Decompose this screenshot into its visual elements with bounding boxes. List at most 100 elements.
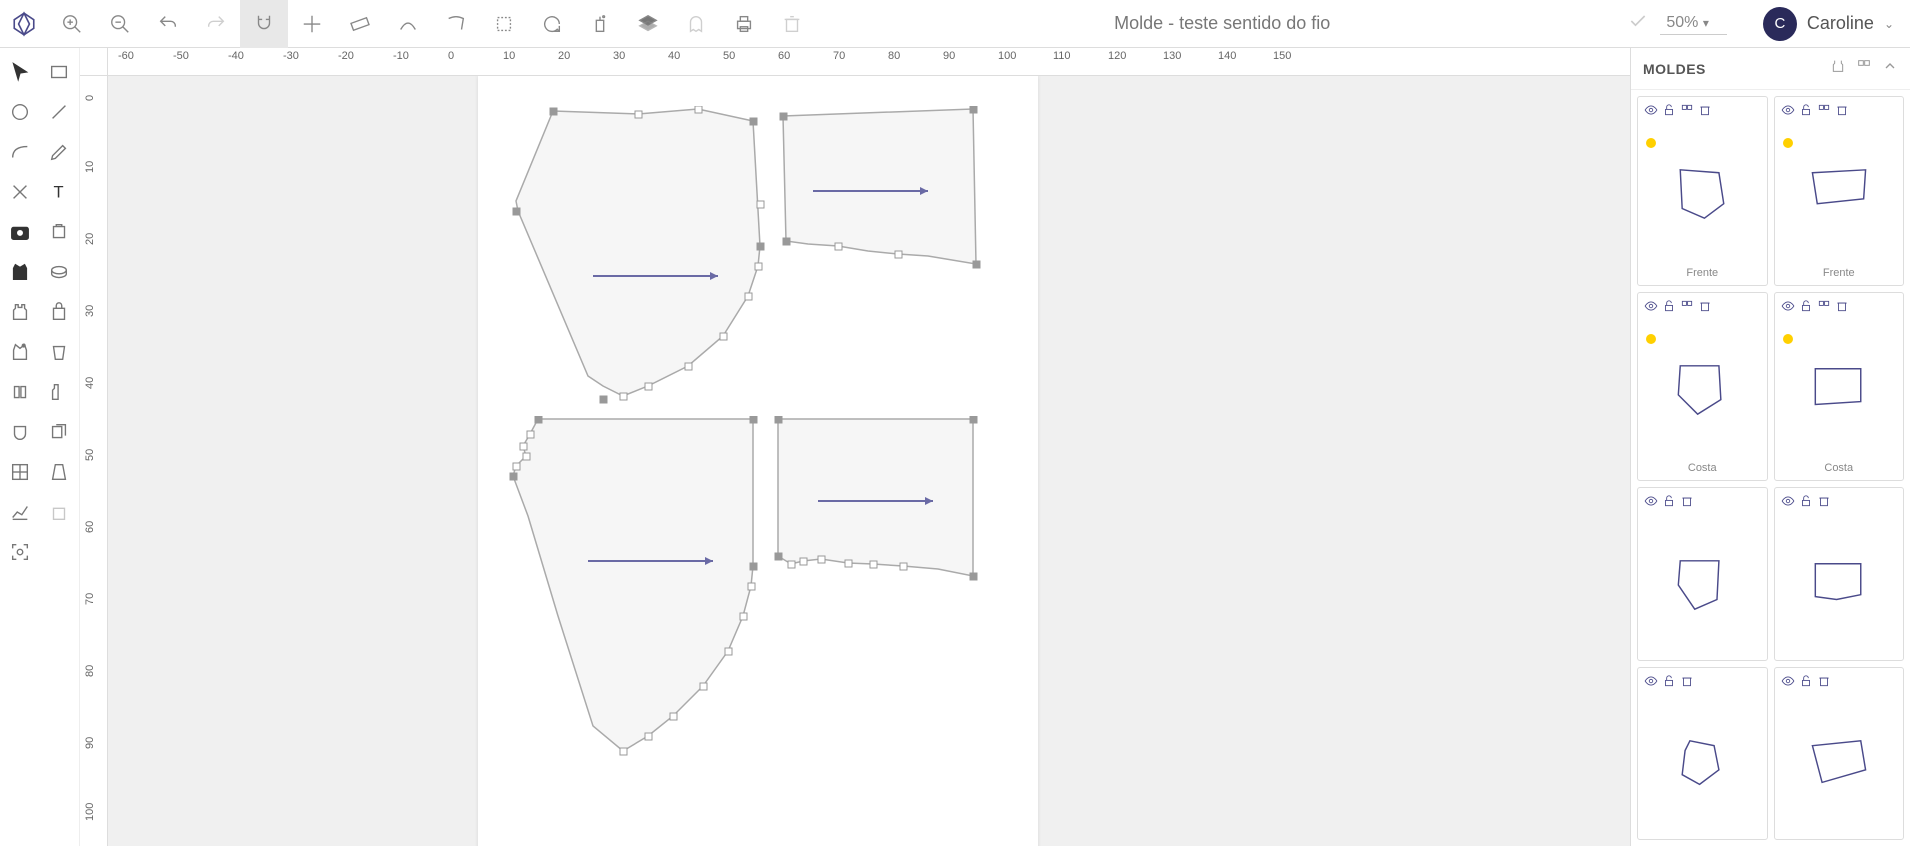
piece-card[interactable] bbox=[1637, 667, 1768, 841]
lock-icon[interactable] bbox=[1799, 103, 1813, 122]
skirt-tool[interactable] bbox=[40, 452, 80, 492]
mirror-tool[interactable] bbox=[0, 372, 40, 412]
print-icon[interactable] bbox=[720, 0, 768, 48]
piece-card[interactable]: Frente bbox=[1637, 96, 1768, 286]
piece-thumbnail bbox=[1804, 165, 1874, 223]
piece-tool[interactable] bbox=[40, 212, 80, 252]
tape-tool[interactable] bbox=[40, 252, 80, 292]
bodice-tool[interactable] bbox=[0, 252, 40, 292]
line-tool[interactable] bbox=[40, 92, 80, 132]
undo-icon[interactable] bbox=[144, 0, 192, 48]
shopping-tool[interactable] bbox=[40, 492, 80, 532]
pattern-piece-back-2[interactable] bbox=[773, 416, 988, 596]
panel-shirt-icon[interactable] bbox=[1830, 58, 1846, 79]
piece-card[interactable] bbox=[1774, 667, 1905, 841]
ruler-vertical: 0102030405060708090100 bbox=[80, 76, 108, 846]
redo-icon[interactable] bbox=[192, 0, 240, 48]
copy-icon[interactable] bbox=[1817, 103, 1831, 122]
lock-icon[interactable] bbox=[1799, 494, 1813, 513]
eye-icon[interactable] bbox=[1781, 103, 1795, 122]
eye-icon[interactable] bbox=[1644, 299, 1658, 318]
app-logo[interactable] bbox=[0, 0, 48, 48]
seam-icon[interactable] bbox=[480, 0, 528, 48]
eye-icon[interactable] bbox=[1644, 494, 1658, 513]
piece-card[interactable] bbox=[1637, 487, 1768, 661]
zoom-in-icon[interactable] bbox=[48, 0, 96, 48]
piece-thumbnail bbox=[1804, 736, 1874, 794]
curve-icon[interactable] bbox=[384, 0, 432, 48]
close-tool[interactable] bbox=[0, 172, 40, 212]
pattern-piece-front-1[interactable] bbox=[508, 106, 788, 406]
scan-tool[interactable] bbox=[0, 532, 40, 572]
tank-tool[interactable] bbox=[0, 292, 40, 332]
circle-tool[interactable] bbox=[0, 92, 40, 132]
bag-tool[interactable] bbox=[40, 292, 80, 332]
trash-icon[interactable] bbox=[1698, 103, 1712, 122]
curve-tool[interactable] bbox=[0, 132, 40, 172]
trash-icon[interactable] bbox=[1817, 494, 1831, 513]
panel-pieces-icon[interactable] bbox=[1856, 58, 1872, 79]
piece-label: Frente bbox=[1779, 265, 1900, 281]
file-name: Molde - teste sentido do fio bbox=[816, 13, 1628, 34]
piece-card[interactable]: Costa bbox=[1637, 292, 1768, 482]
layers-icon[interactable] bbox=[624, 0, 672, 48]
eye-icon[interactable] bbox=[1644, 674, 1658, 693]
copy-icon[interactable] bbox=[1680, 103, 1694, 122]
pieces-grid: Frente Frente Costa Costa bbox=[1631, 90, 1910, 846]
trash-icon[interactable] bbox=[1680, 674, 1694, 693]
lock-icon[interactable] bbox=[1662, 494, 1676, 513]
eye-icon[interactable] bbox=[1781, 494, 1795, 513]
piece-thumbnail bbox=[1804, 556, 1874, 614]
zoom-out-icon[interactable] bbox=[96, 0, 144, 48]
path-icon[interactable] bbox=[432, 0, 480, 48]
text-tool[interactable]: T bbox=[40, 172, 80, 212]
confirm-icon[interactable] bbox=[1628, 11, 1648, 36]
status-dot bbox=[1783, 138, 1793, 148]
piece-card[interactable]: Costa bbox=[1774, 292, 1905, 482]
rectangle-tool[interactable] bbox=[40, 52, 80, 92]
trash-icon[interactable] bbox=[1835, 103, 1849, 122]
eye-icon[interactable] bbox=[1781, 299, 1795, 318]
lock-icon[interactable] bbox=[1799, 299, 1813, 318]
lock-icon[interactable] bbox=[1799, 674, 1813, 693]
refresh-icon[interactable] bbox=[528, 0, 576, 48]
user-menu[interactable]: C Caroline ⌄ bbox=[1747, 7, 1910, 41]
panel-tool[interactable] bbox=[40, 372, 80, 412]
canvas[interactable] bbox=[108, 76, 1630, 846]
pattern-piece-back-1[interactable] bbox=[508, 416, 778, 766]
trash-icon[interactable] bbox=[1698, 299, 1712, 318]
trash-icon[interactable] bbox=[1817, 674, 1831, 693]
piece-card[interactable] bbox=[1774, 487, 1905, 661]
piece-card[interactable]: Frente bbox=[1774, 96, 1905, 286]
user-name: Caroline bbox=[1807, 13, 1874, 34]
copy-icon[interactable] bbox=[1680, 299, 1694, 318]
sleeve-tool[interactable] bbox=[40, 332, 80, 372]
delete-icon[interactable] bbox=[768, 0, 816, 48]
ghost-icon[interactable] bbox=[672, 0, 720, 48]
eye-icon[interactable] bbox=[1644, 103, 1658, 122]
spray-icon[interactable] bbox=[576, 0, 624, 48]
pocket-tool[interactable] bbox=[0, 412, 40, 452]
pencil-tool[interactable] bbox=[40, 132, 80, 172]
grid-tool[interactable] bbox=[0, 452, 40, 492]
vest-tool[interactable] bbox=[0, 332, 40, 372]
copy-icon[interactable] bbox=[1817, 299, 1831, 318]
lock-icon[interactable] bbox=[1662, 674, 1676, 693]
panel-collapse-icon[interactable] bbox=[1882, 58, 1898, 79]
camera-tool[interactable] bbox=[0, 212, 40, 252]
magnet-icon[interactable] bbox=[240, 0, 288, 48]
zoom-dropdown[interactable]: 50% ▾ bbox=[1660, 12, 1727, 35]
trash-icon[interactable] bbox=[1680, 494, 1694, 513]
eye-icon[interactable] bbox=[1781, 674, 1795, 693]
piece-label: Costa bbox=[1779, 460, 1900, 476]
move-icon[interactable] bbox=[288, 0, 336, 48]
panel-title: MOLDES bbox=[1643, 61, 1706, 77]
layers-tool[interactable] bbox=[40, 412, 80, 452]
pattern-piece-front-2[interactable] bbox=[778, 106, 988, 296]
ruler-icon[interactable] bbox=[336, 0, 384, 48]
chart-tool[interactable] bbox=[0, 492, 40, 532]
lock-icon[interactable] bbox=[1662, 103, 1676, 122]
select-tool[interactable] bbox=[0, 52, 40, 92]
trash-icon[interactable] bbox=[1835, 299, 1849, 318]
lock-icon[interactable] bbox=[1662, 299, 1676, 318]
